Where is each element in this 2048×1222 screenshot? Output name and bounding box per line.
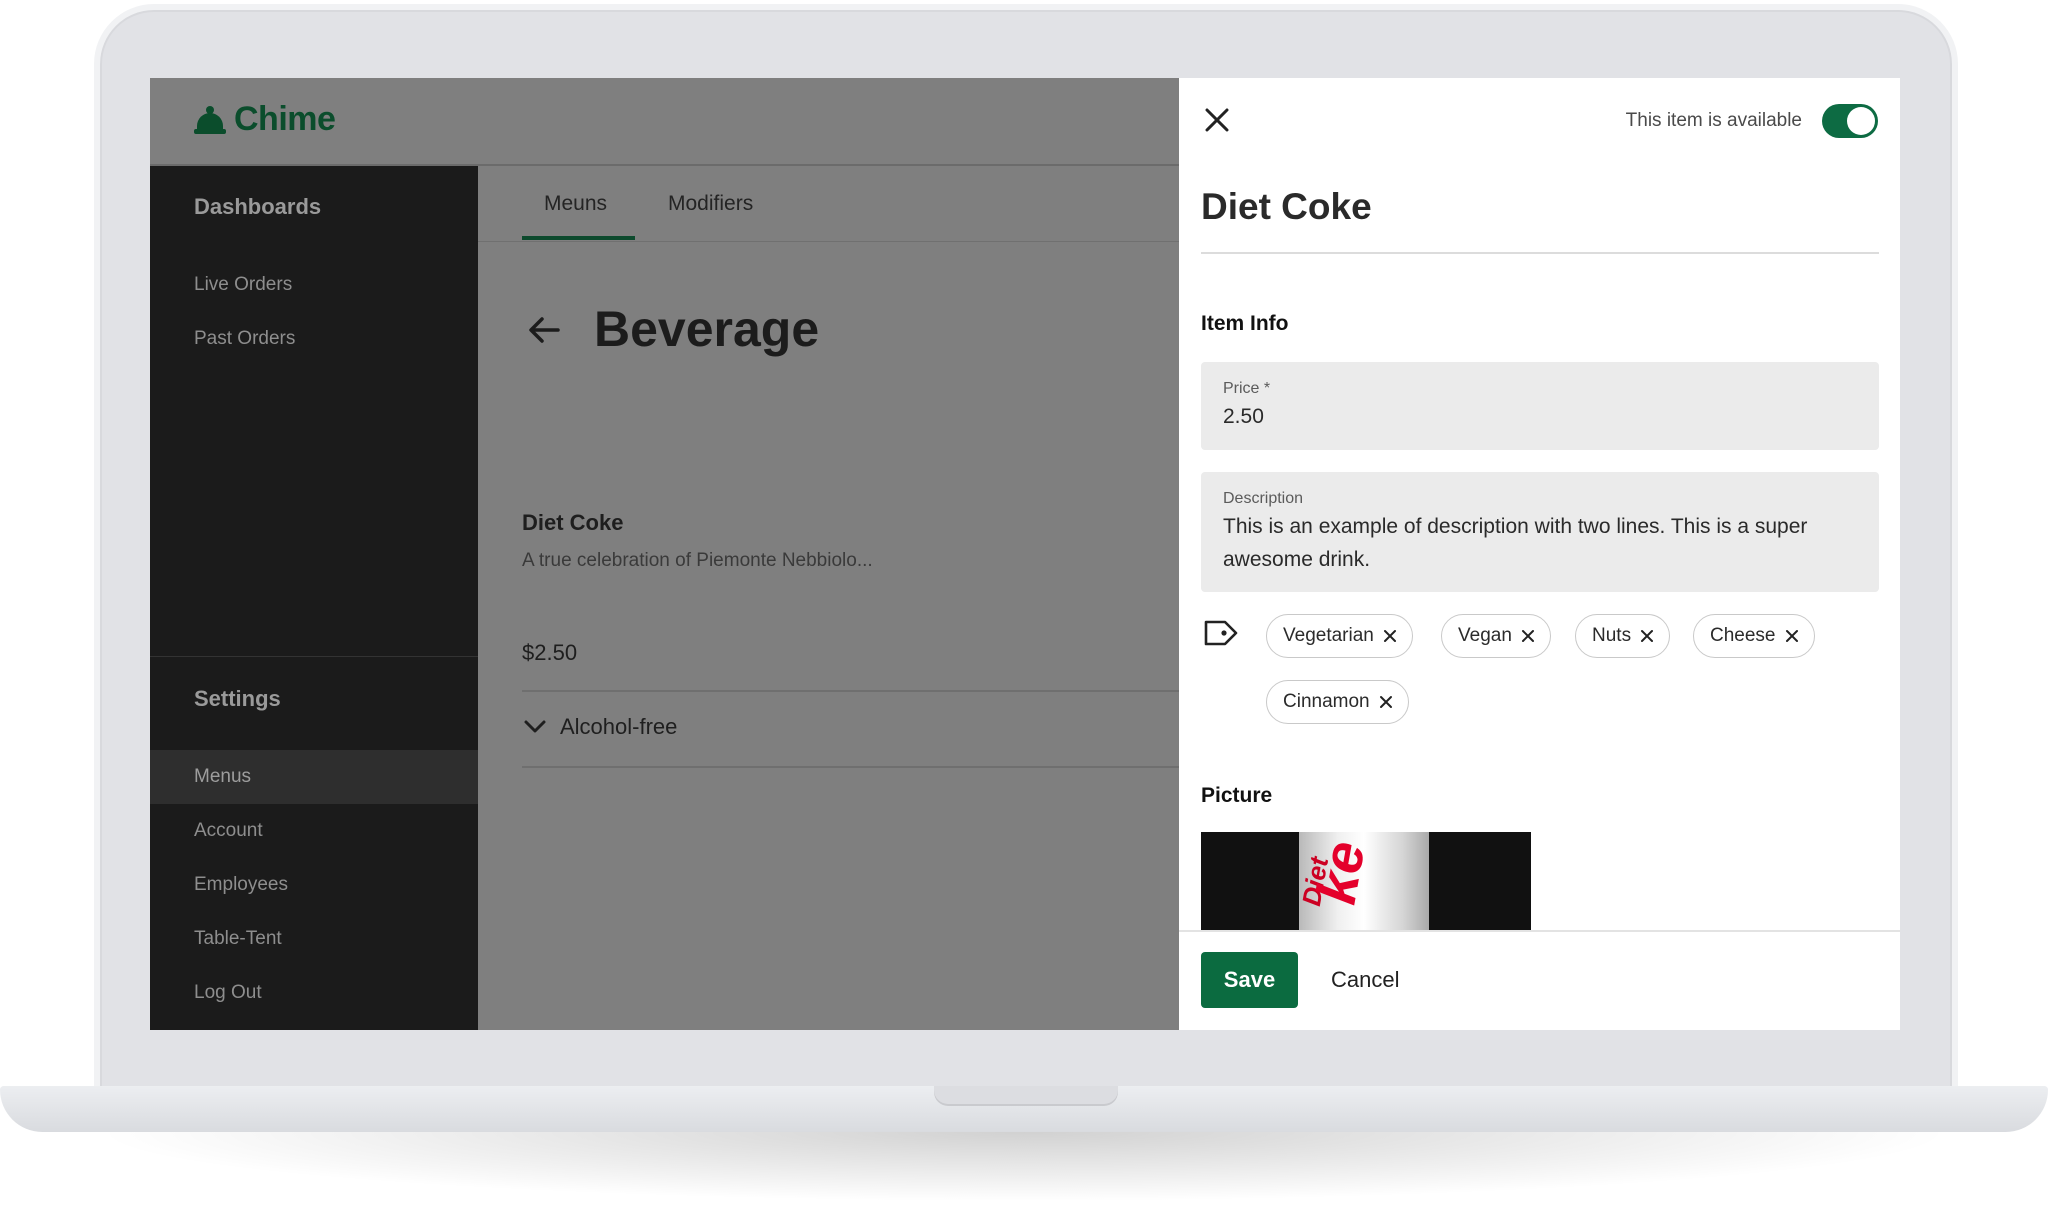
drawer-title: Diet Coke	[1201, 186, 1372, 227]
app-screen: Chime Dashboards Live Orders Past Orders…	[150, 78, 1900, 1030]
tag-chip-nuts[interactable]: Nuts	[1575, 614, 1671, 658]
availability-toggle[interactable]	[1822, 104, 1878, 138]
tag-chip-label: Cinnamon	[1283, 691, 1370, 712]
sidebar-item-table-tent[interactable]: Table-Tent	[150, 912, 478, 966]
close-icon[interactable]	[1784, 628, 1800, 644]
tag-chip-cinnamon[interactable]: Cinnamon	[1266, 680, 1409, 724]
top-bar: Chime	[150, 78, 1179, 166]
close-icon[interactable]	[1378, 694, 1394, 710]
tag-icon	[1204, 620, 1238, 646]
sidebar-section-settings: Settings	[194, 686, 281, 711]
laptop-shadow	[90, 1132, 1958, 1202]
sidebar-item-label: Employees	[194, 874, 288, 895]
bell-icon	[194, 105, 226, 135]
description-field[interactable]: Description This is an example of descri…	[1201, 472, 1879, 592]
tag-chip-vegetarian[interactable]: Vegetarian	[1266, 614, 1413, 658]
sidebar-item-label: Table-Tent	[194, 928, 282, 949]
price-label: Price *	[1223, 380, 1271, 397]
edit-item-drawer: This item is available Diet Coke Item In…	[1179, 78, 1900, 1030]
save-button[interactable]: Save	[1201, 952, 1298, 1008]
menu-item-name[interactable]: Diet Coke	[522, 510, 623, 536]
sidebar-item-label: Past Orders	[194, 328, 296, 349]
picture-heading: Picture	[1201, 784, 1273, 807]
chevron-down-icon	[524, 720, 546, 733]
tab-bar: Meuns Modifiers	[478, 166, 1179, 242]
toggle-knob	[1847, 107, 1875, 135]
price-value: 2.50	[1223, 405, 1264, 428]
laptop-notch	[934, 1086, 1118, 1104]
item-picture[interactable]: Diet ke	[1201, 832, 1531, 932]
description-value: This is an example of description with t…	[1223, 515, 1808, 571]
sidebar-item-log-out[interactable]: Log Out	[150, 966, 478, 1020]
sidebar-item-label: Live Orders	[194, 274, 293, 295]
close-icon[interactable]	[1520, 628, 1536, 644]
can-image: Diet ke	[1296, 832, 1429, 932]
arrow-left-icon[interactable]	[524, 310, 564, 350]
tab-menus[interactable]: Meuns	[544, 192, 607, 216]
divider	[522, 766, 1179, 768]
tag-chip-label: Vegan	[1458, 625, 1512, 646]
sidebar-item-label: Menus	[194, 766, 252, 787]
tag-chip-cheese[interactable]: Cheese	[1693, 614, 1815, 658]
sidebar: Dashboards Live Orders Past Orders Setti…	[150, 166, 478, 1030]
sidebar-item-menus[interactable]: Menus	[150, 750, 478, 804]
tag-chip-vegan[interactable]: Vegan	[1441, 614, 1551, 658]
menu-item-price: $2.50	[522, 640, 578, 665]
tag-chip-label: Nuts	[1592, 625, 1632, 646]
description-label: Description	[1223, 490, 1304, 507]
active-tab-indicator	[522, 236, 635, 240]
tag-chip-label: Vegetarian	[1283, 625, 1374, 646]
sidebar-divider	[150, 656, 478, 657]
divider	[1201, 252, 1879, 254]
sidebar-item-employees[interactable]: Employees	[150, 858, 478, 912]
logo[interactable]: Chime	[194, 100, 336, 139]
main-content: Meuns Modifiers Beverage Diet Coke A tru…	[478, 166, 1179, 1030]
tag-chip-label: Cheese	[1710, 625, 1776, 646]
category-row[interactable]: Alcohol-free	[522, 714, 677, 740]
sidebar-item-past-orders[interactable]: Past Orders	[150, 312, 478, 366]
sidebar-item-account[interactable]: Account	[150, 804, 478, 858]
sidebar-item-live-orders[interactable]: Live Orders	[150, 258, 478, 312]
drawer-footer: Save Cancel	[1179, 930, 1900, 1030]
category-label: Alcohol-free	[560, 714, 678, 739]
divider	[522, 690, 1179, 692]
sidebar-item-label: Log Out	[194, 982, 262, 1003]
close-icon[interactable]	[1639, 628, 1655, 644]
page-title: Beverage	[594, 301, 820, 357]
logo-text: Chime	[234, 100, 336, 138]
close-icon[interactable]	[1199, 102, 1235, 138]
can-logo-art: ke	[1303, 836, 1377, 909]
price-field[interactable]: Price * 2.50	[1201, 362, 1879, 450]
availability-label: This item is available	[1625, 110, 1802, 131]
item-info-heading: Item Info	[1201, 312, 1289, 335]
sidebar-item-label: Account	[194, 820, 263, 841]
menu-item-description: A true celebration of Piemonte Nebbiolo.…	[522, 550, 873, 571]
sidebar-section-dashboards: Dashboards	[194, 194, 322, 219]
tab-modifiers[interactable]: Modifiers	[668, 192, 753, 216]
cancel-button[interactable]: Cancel	[1331, 952, 1399, 1008]
close-icon[interactable]	[1382, 628, 1398, 644]
